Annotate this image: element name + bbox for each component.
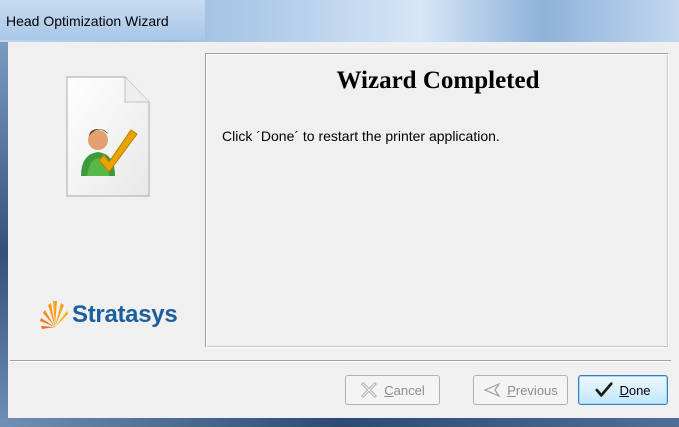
back-arrow-icon: [483, 381, 501, 399]
previous-button[interactable]: Previous: [473, 375, 568, 405]
wizard-window: Head Optimization Wizard Stratasys Wizar…: [0, 0, 679, 427]
window-frame-left: [0, 42, 8, 427]
window-frame-bottom: [0, 418, 679, 427]
wizard-client-area: Stratasys Wizard Completed Click ´Done´ …: [8, 42, 679, 418]
done-button[interactable]: Done: [578, 375, 668, 405]
previous-label: Previous: [507, 382, 558, 398]
checkmark-icon: [595, 381, 614, 399]
content-panel: Wizard Completed Click ´Done´ to restart…: [205, 53, 669, 348]
cancel-label: Cancel: [384, 382, 425, 398]
stratasys-logo: Stratasys: [40, 297, 190, 337]
title-bar[interactable]: Head Optimization Wizard: [0, 0, 679, 42]
divider: [10, 360, 671, 362]
done-label: Done: [619, 382, 651, 398]
window-title: Head Optimization Wizard: [6, 13, 169, 29]
logo-text: Stratasys: [72, 301, 178, 328]
stratasys-burst-icon: [40, 301, 68, 329]
cancel-button[interactable]: Cancel: [345, 375, 440, 405]
completion-message: Click ´Done´ to restart the printer appl…: [222, 128, 500, 144]
user-check-document-icon: [66, 76, 150, 197]
page-title: Wizard Completed: [336, 67, 540, 94]
side-panel: Stratasys: [8, 42, 196, 347]
cancel-x-icon: [360, 381, 378, 399]
